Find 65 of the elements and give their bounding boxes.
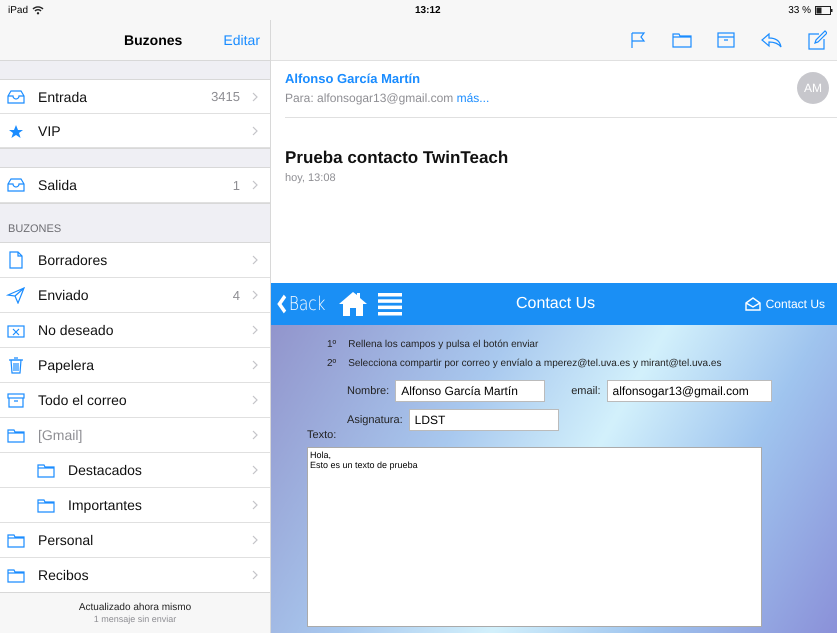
reply-icon[interactable]: [760, 32, 782, 48]
field-label: Asignatura:: [347, 414, 403, 426]
chevron-icon: [252, 360, 258, 370]
battery-percent: 33 %: [788, 4, 811, 16]
wifi-icon: [32, 5, 44, 15]
chevron-icon: [252, 126, 258, 136]
chevron-icon: [252, 255, 258, 265]
field-label: Texto:: [307, 429, 338, 441]
step-instruction: Selecciona compartir por correo y envíalo a mperez@tel.uva.es y mirant@tel.uva.es: [348, 357, 722, 371]
chevron-icon: [252, 325, 258, 335]
update-status: Actualizado ahora mismo: [78, 602, 192, 613]
input-field[interactable]: LDST: [408, 409, 559, 431]
chevron-icon: [252, 465, 258, 475]
sidebar-title: Buzones: [124, 32, 182, 48]
chevron-icon: [252, 500, 258, 510]
inbox-icon: [6, 88, 26, 106]
text-area[interactable]: Hola, Esto es un texto de prueba: [307, 447, 762, 627]
step-number: 1º: [327, 338, 336, 352]
device-name: iPad: [8, 4, 28, 16]
chevron-icon: [252, 395, 258, 405]
step-number: 2º: [327, 357, 336, 371]
chevron-icon: [252, 570, 258, 580]
archive-box-icon: [6, 391, 26, 409]
mailbox-item[interactable]: Todo el correo: [0, 383, 270, 418]
battery-icon: [815, 6, 833, 14]
back-chevron-icon: [277, 294, 287, 314]
inbox-icon: [6, 176, 26, 194]
chevron-icon: [252, 290, 258, 300]
envelope-icon: [744, 297, 761, 311]
mailbox-item[interactable]: Salida 1: [0, 168, 270, 203]
mailbox-item[interactable]: Entrada 3415: [0, 80, 270, 114]
message-subject: Prueba contacto TwinTeach: [285, 148, 510, 168]
section-heading: BUZONES: [7, 222, 62, 237]
recipient-line: Para: alfonsogar13@gmail.com más...: [285, 91, 490, 105]
trash-icon: [6, 356, 26, 374]
compose-icon[interactable]: [807, 30, 827, 50]
menu-icon[interactable]: [378, 292, 402, 316]
paper-plane-icon: [6, 286, 26, 304]
mailbox-item[interactable]: Enviado 4: [0, 278, 270, 313]
mail-count: 3415: [211, 89, 240, 104]
field-label: email:: [571, 385, 601, 397]
input-field[interactable]: alfonsogar13@gmail.com: [606, 380, 772, 402]
chevron-icon: [252, 92, 258, 102]
input-field[interactable]: Alfonso García Martín: [395, 380, 546, 402]
unsent-status: 1 mensaje sin enviar: [94, 614, 176, 624]
mailbox-item[interactable]: VIP: [0, 114, 270, 148]
chevron-icon: [252, 430, 258, 440]
folder-icon[interactable]: [672, 32, 692, 48]
mailbox-item[interactable]: No deseado: [0, 313, 270, 348]
mailbox-item[interactable]: Borradores: [0, 243, 270, 278]
mailbox-item[interactable]: Personal: [0, 523, 270, 558]
avatar-circle: AM: [797, 72, 829, 104]
chevron-icon: [252, 535, 258, 545]
clock: 13:12: [415, 4, 441, 16]
page-title: Contact Us: [516, 295, 596, 313]
mail-count: 4: [232, 288, 240, 302]
chevron-icon: [252, 180, 258, 190]
home-icon[interactable]: [338, 291, 368, 317]
message-date: hoy, 13:08: [285, 172, 337, 184]
mailbox-item[interactable]: Papelera: [0, 348, 270, 383]
field-label: Nombre:: [347, 385, 390, 397]
mail-count: 1: [232, 178, 240, 192]
step-instruction: Rellena los campos y pulsa el botón enviar: [348, 338, 538, 352]
flag-icon[interactable]: [629, 31, 647, 49]
archive-box-icon[interactable]: [717, 32, 735, 48]
